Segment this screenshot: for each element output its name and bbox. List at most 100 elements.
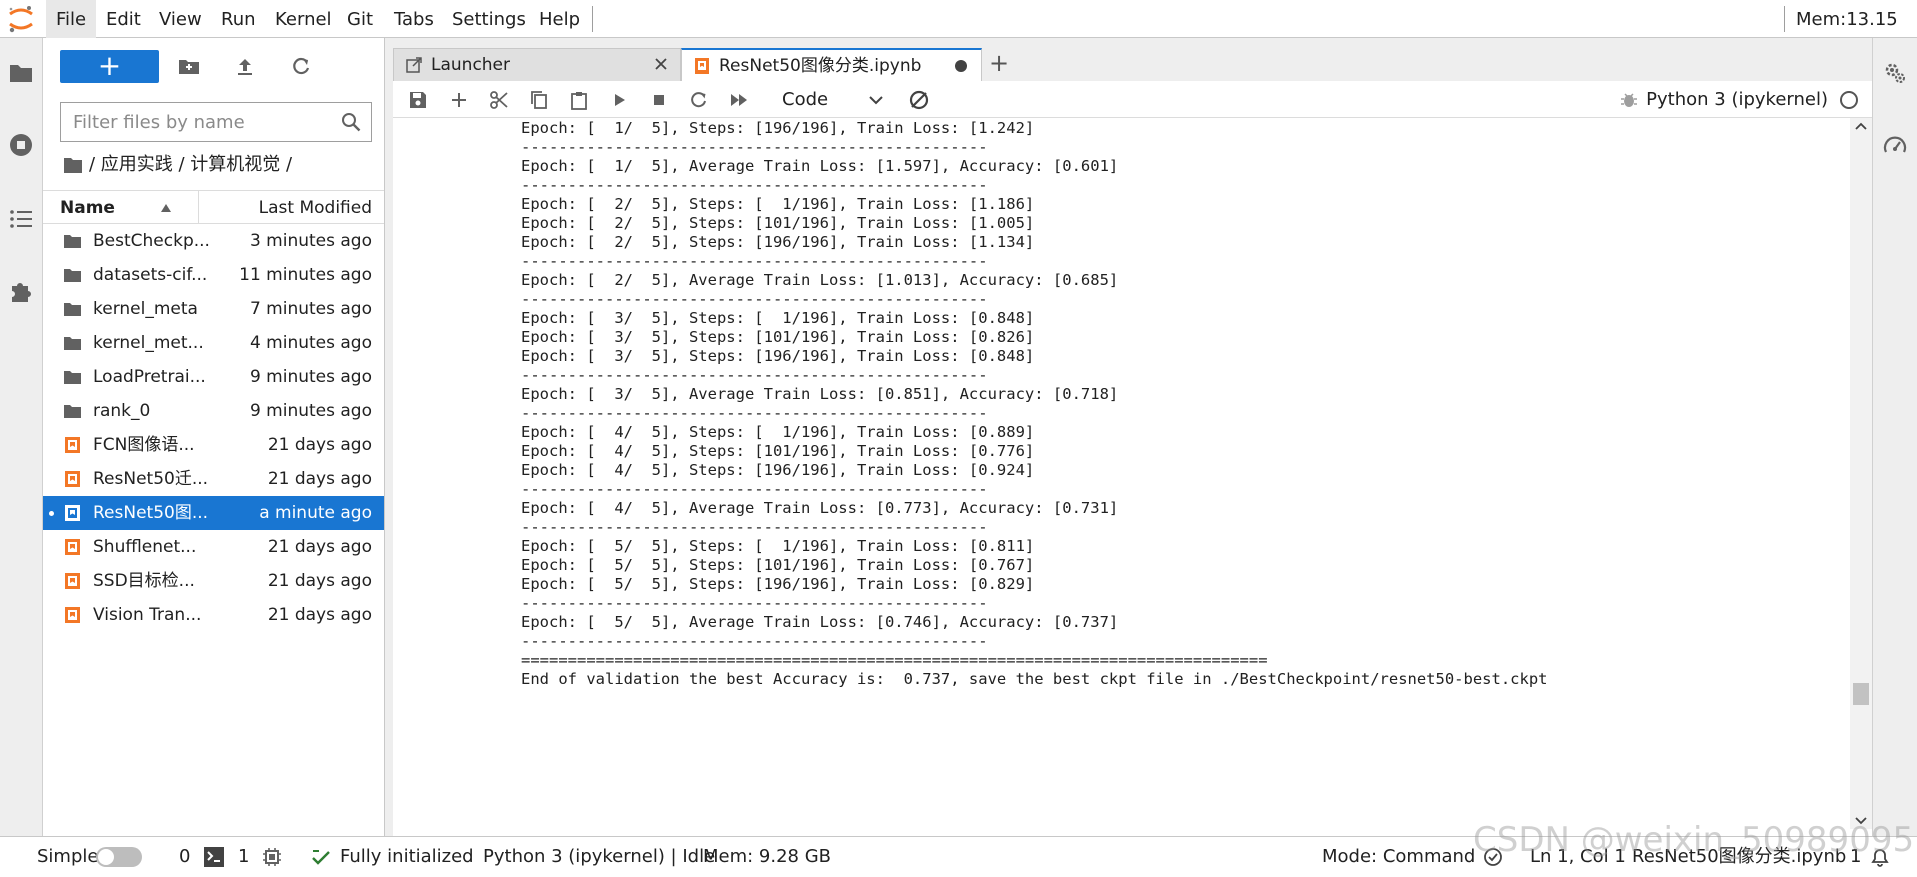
sort-ascending-icon[interactable]: [161, 204, 171, 212]
file-row[interactable]: kernel_meta 7 minutes ago: [43, 292, 384, 326]
debugger-bug-icon[interactable]: [1620, 91, 1638, 109]
add-tab-button[interactable]: +: [984, 48, 1014, 80]
save-icon[interactable]: [408, 90, 428, 110]
output-line: Epoch: [ 2/ 5], Steps: [196/196], Train …: [521, 233, 1035, 251]
running-sessions-icon[interactable]: [8, 132, 34, 158]
menu-edit[interactable]: Edit: [96, 0, 151, 38]
extension-check-icon[interactable]: [310, 847, 332, 869]
property-inspector-gears-icon[interactable]: [1883, 61, 1907, 85]
close-icon[interactable]: [652, 55, 670, 73]
file-row[interactable]: Shufflenet... 21 days ago: [43, 530, 384, 564]
folder-icon: [63, 368, 82, 386]
file-row-selected[interactable]: ResNet50图... a minute ago: [43, 496, 384, 530]
status-filename: ResNet50图像分类.ipynb: [1632, 846, 1847, 867]
file-browser-icon[interactable]: [8, 60, 34, 86]
column-name[interactable]: Name: [60, 191, 115, 225]
scroll-up-arrow-icon[interactable]: [1855, 121, 1867, 131]
debugger-gauge-icon[interactable]: [1883, 134, 1907, 158]
file-row[interactable]: kernel_met... 4 minutes ago: [43, 326, 384, 360]
scrollbar-thumb[interactable]: [1853, 683, 1869, 705]
terminals-count[interactable]: 0: [179, 837, 190, 877]
vertical-scrollbar[interactable]: [1850, 118, 1872, 829]
file-name: LoadPretrai...: [93, 367, 206, 387]
main-dock-area: Launcher ResNet50图像分类.ipynb + Code Pytho…: [385, 38, 1872, 836]
file-row[interactable]: SSD目标检... 21 days ago: [43, 564, 384, 598]
cell-output-area: Epoch: [ 1/ 5], Steps: [196/196], Train …: [393, 118, 1848, 829]
unsaved-dot-icon[interactable]: [955, 60, 967, 72]
menu-kernel[interactable]: Kernel: [265, 0, 342, 38]
tab-bar: Launcher ResNet50图像分类.ipynb +: [393, 48, 1872, 82]
insert-cell-icon[interactable]: [449, 90, 469, 110]
trusted-shield-icon[interactable]: [1483, 847, 1503, 867]
new-folder-icon[interactable]: [178, 56, 200, 78]
output-line: ----------------------------------------…: [521, 594, 988, 612]
simple-mode-label: Simple: [37, 846, 99, 867]
file-row[interactable]: rank_0 9 minutes ago: [43, 394, 384, 428]
tab-launcher[interactable]: Launcher: [393, 48, 681, 81]
stop-kernel-icon[interactable]: [649, 90, 669, 110]
output-line: ----------------------------------------…: [521, 480, 988, 498]
toggle-knob: [98, 849, 114, 865]
breadcrumb-path[interactable]: / 应用实践 / 计算机视觉 /: [89, 154, 292, 175]
run-cell-icon[interactable]: [609, 90, 629, 110]
git-diff-icon[interactable]: [907, 88, 931, 112]
upload-icon[interactable]: [234, 56, 256, 78]
file-modified: 21 days ago: [267, 571, 372, 591]
breadcrumb[interactable]: / 应用实践 / 计算机视觉 /: [63, 150, 292, 180]
search-icon[interactable]: [341, 112, 361, 132]
notebook-icon: [63, 538, 82, 556]
menu-view[interactable]: View: [149, 0, 212, 38]
file-row[interactable]: datasets-cif... 11 minutes ago: [43, 258, 384, 292]
notification-bell-icon[interactable]: [1869, 846, 1891, 868]
menu-divider: [592, 6, 593, 32]
file-row[interactable]: FCN图像语... 21 days ago: [43, 428, 384, 462]
file-row[interactable]: Vision Tran... 21 days ago: [43, 598, 384, 632]
file-row[interactable]: BestCheckp... 3 minutes ago: [43, 224, 384, 258]
kernels-count[interactable]: 1: [238, 837, 249, 877]
table-of-contents-icon[interactable]: [8, 206, 34, 232]
home-folder-icon[interactable]: [63, 156, 83, 174]
file-list-header: Name Last Modified: [43, 190, 384, 224]
column-last-modified[interactable]: Last Modified: [259, 191, 372, 225]
launcher-icon: [406, 57, 422, 73]
refresh-icon[interactable]: [290, 56, 312, 78]
file-modified: 21 days ago: [267, 469, 372, 489]
restart-run-all-icon[interactable]: [729, 90, 749, 110]
column-divider[interactable]: [198, 191, 199, 224]
folder-icon: [63, 300, 82, 318]
file-modified: 7 minutes ago: [249, 299, 372, 319]
notification-count[interactable]: 1: [1850, 837, 1861, 877]
file-name: Vision Tran...: [93, 605, 202, 625]
tab-notebook[interactable]: ResNet50图像分类.ipynb: [681, 48, 982, 82]
extension-manager-icon[interactable]: [8, 278, 34, 304]
copy-icon[interactable]: [529, 90, 549, 110]
jupyter-logo-icon[interactable]: [7, 4, 35, 34]
filter-files-input[interactable]: [73, 103, 323, 141]
menu-git[interactable]: Git: [337, 0, 383, 38]
menu-file[interactable]: File: [46, 0, 97, 38]
file-row[interactable]: LoadPretrai... 9 minutes ago: [43, 360, 384, 394]
menu-help[interactable]: Help: [529, 0, 590, 38]
terminal-icon[interactable]: [204, 847, 224, 867]
cursor-position[interactable]: Ln 1, Col 1: [1530, 837, 1626, 877]
paste-icon[interactable]: [569, 90, 589, 110]
mode-indicator[interactable]: Mode: Command: [1322, 837, 1475, 877]
kernel-name[interactable]: Python 3 (ipykernel): [1646, 81, 1828, 119]
chevron-down-icon[interactable]: [869, 95, 883, 105]
menu-settings[interactable]: Settings: [442, 0, 536, 38]
cut-icon[interactable]: [489, 90, 509, 110]
menu-tabs[interactable]: Tabs: [384, 0, 444, 38]
file-name: ResNet50迁...: [93, 469, 209, 489]
output-line: ----------------------------------------…: [521, 176, 988, 194]
kernel-state[interactable]: Python 3 (ipykernel) | Idle: [483, 837, 715, 877]
memory-divider: [1784, 6, 1785, 32]
file-row[interactable]: ResNet50迁... 21 days ago: [43, 462, 384, 496]
menu-run[interactable]: Run: [211, 0, 266, 38]
simple-mode-toggle[interactable]: [96, 847, 142, 867]
kernel-chip-icon[interactable]: [262, 847, 282, 867]
restart-kernel-icon[interactable]: [689, 90, 709, 110]
output-line: Epoch: [ 3/ 5], Steps: [196/196], Train …: [521, 347, 1035, 365]
cell-type-dropdown[interactable]: Code: [782, 81, 828, 119]
scroll-down-arrow-icon[interactable]: [1855, 816, 1867, 826]
new-launcher-button[interactable]: +: [60, 50, 159, 83]
